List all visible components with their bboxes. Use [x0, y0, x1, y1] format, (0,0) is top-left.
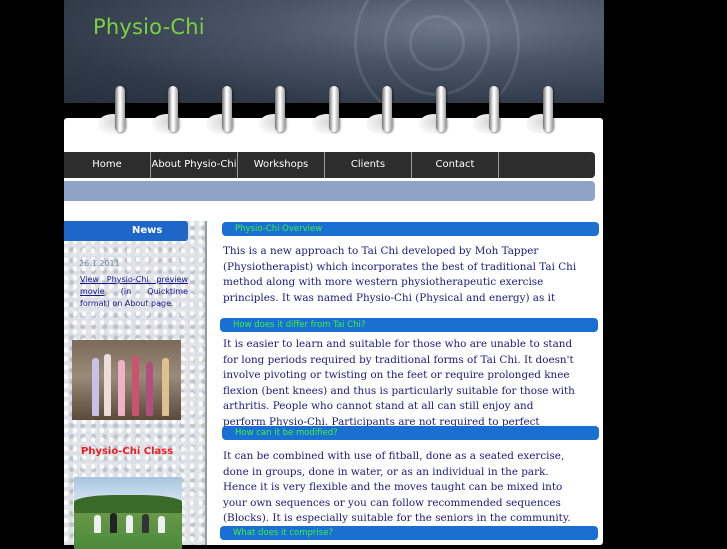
section-heading-comprise: What does it comprise? — [220, 526, 598, 540]
modified-paragraph-2: Hence it is very flexible and the moves … — [223, 481, 571, 524]
person-figure — [118, 360, 125, 416]
nav-about[interactable]: About Physio-Chi — [151, 152, 238, 178]
site-title[interactable]: Physio-Chi — [93, 15, 205, 39]
person-figure — [158, 516, 165, 533]
binder-ring — [275, 86, 285, 132]
binder-ring — [382, 86, 392, 132]
class-photo-park — [74, 477, 182, 549]
section-text-difference: It is easier to learn and suitable for t… — [223, 338, 575, 427]
person-figure — [132, 356, 139, 416]
person-figure — [110, 513, 117, 533]
binder-ring — [436, 86, 446, 132]
binder-ring — [115, 86, 125, 132]
nav-home[interactable]: Home — [64, 152, 151, 178]
nav-workshops[interactable]: Workshops — [238, 152, 325, 178]
main-nav: Home About Physio-Chi Workshops Clients … — [64, 152, 595, 178]
news-header: News — [64, 221, 188, 241]
binder-ring — [222, 86, 232, 132]
treeline — [74, 495, 182, 513]
class-label: Physio-Chi Class — [81, 446, 174, 457]
person-figure — [126, 515, 133, 533]
person-figure — [142, 514, 149, 533]
binder-ring — [543, 86, 553, 132]
person-figure — [162, 358, 169, 416]
section-heading-difference: How does it differ from Tai Chi? — [220, 318, 598, 332]
person-figure — [146, 362, 153, 416]
column-divider — [205, 221, 207, 545]
binder-ring — [489, 86, 499, 132]
nav-clients[interactable]: Clients — [325, 152, 412, 178]
sub-nav-band — [64, 181, 595, 201]
news-text: View Physio-Chi preview movie (in Quickt… — [80, 274, 188, 310]
nav-contact[interactable]: Contact — [412, 152, 499, 178]
sidebar: News 26.1.2011 View Physio-Chi preview m… — [64, 221, 205, 549]
decorative-ring — [409, 15, 465, 71]
binder-ring — [329, 86, 339, 132]
section-heading-modified: How can it be modified? — [222, 426, 599, 440]
section-text-overview: This is a new approach to Tai Chi develo… — [223, 245, 577, 304]
person-figure — [92, 358, 99, 416]
section-heading-overview: Physio-Chi Overview — [222, 222, 599, 236]
news-title: News — [132, 225, 163, 236]
person-figure — [94, 515, 101, 533]
person-figure — [104, 354, 111, 416]
binder-ring — [168, 86, 178, 132]
class-photo-indoor — [72, 340, 181, 420]
section-text-modified: It can be combined with use of fitball, … — [223, 449, 579, 525]
modified-paragraph-1: It can be combined with use of fitball, … — [223, 450, 565, 478]
news-date: 26.1.2011 — [79, 259, 120, 268]
